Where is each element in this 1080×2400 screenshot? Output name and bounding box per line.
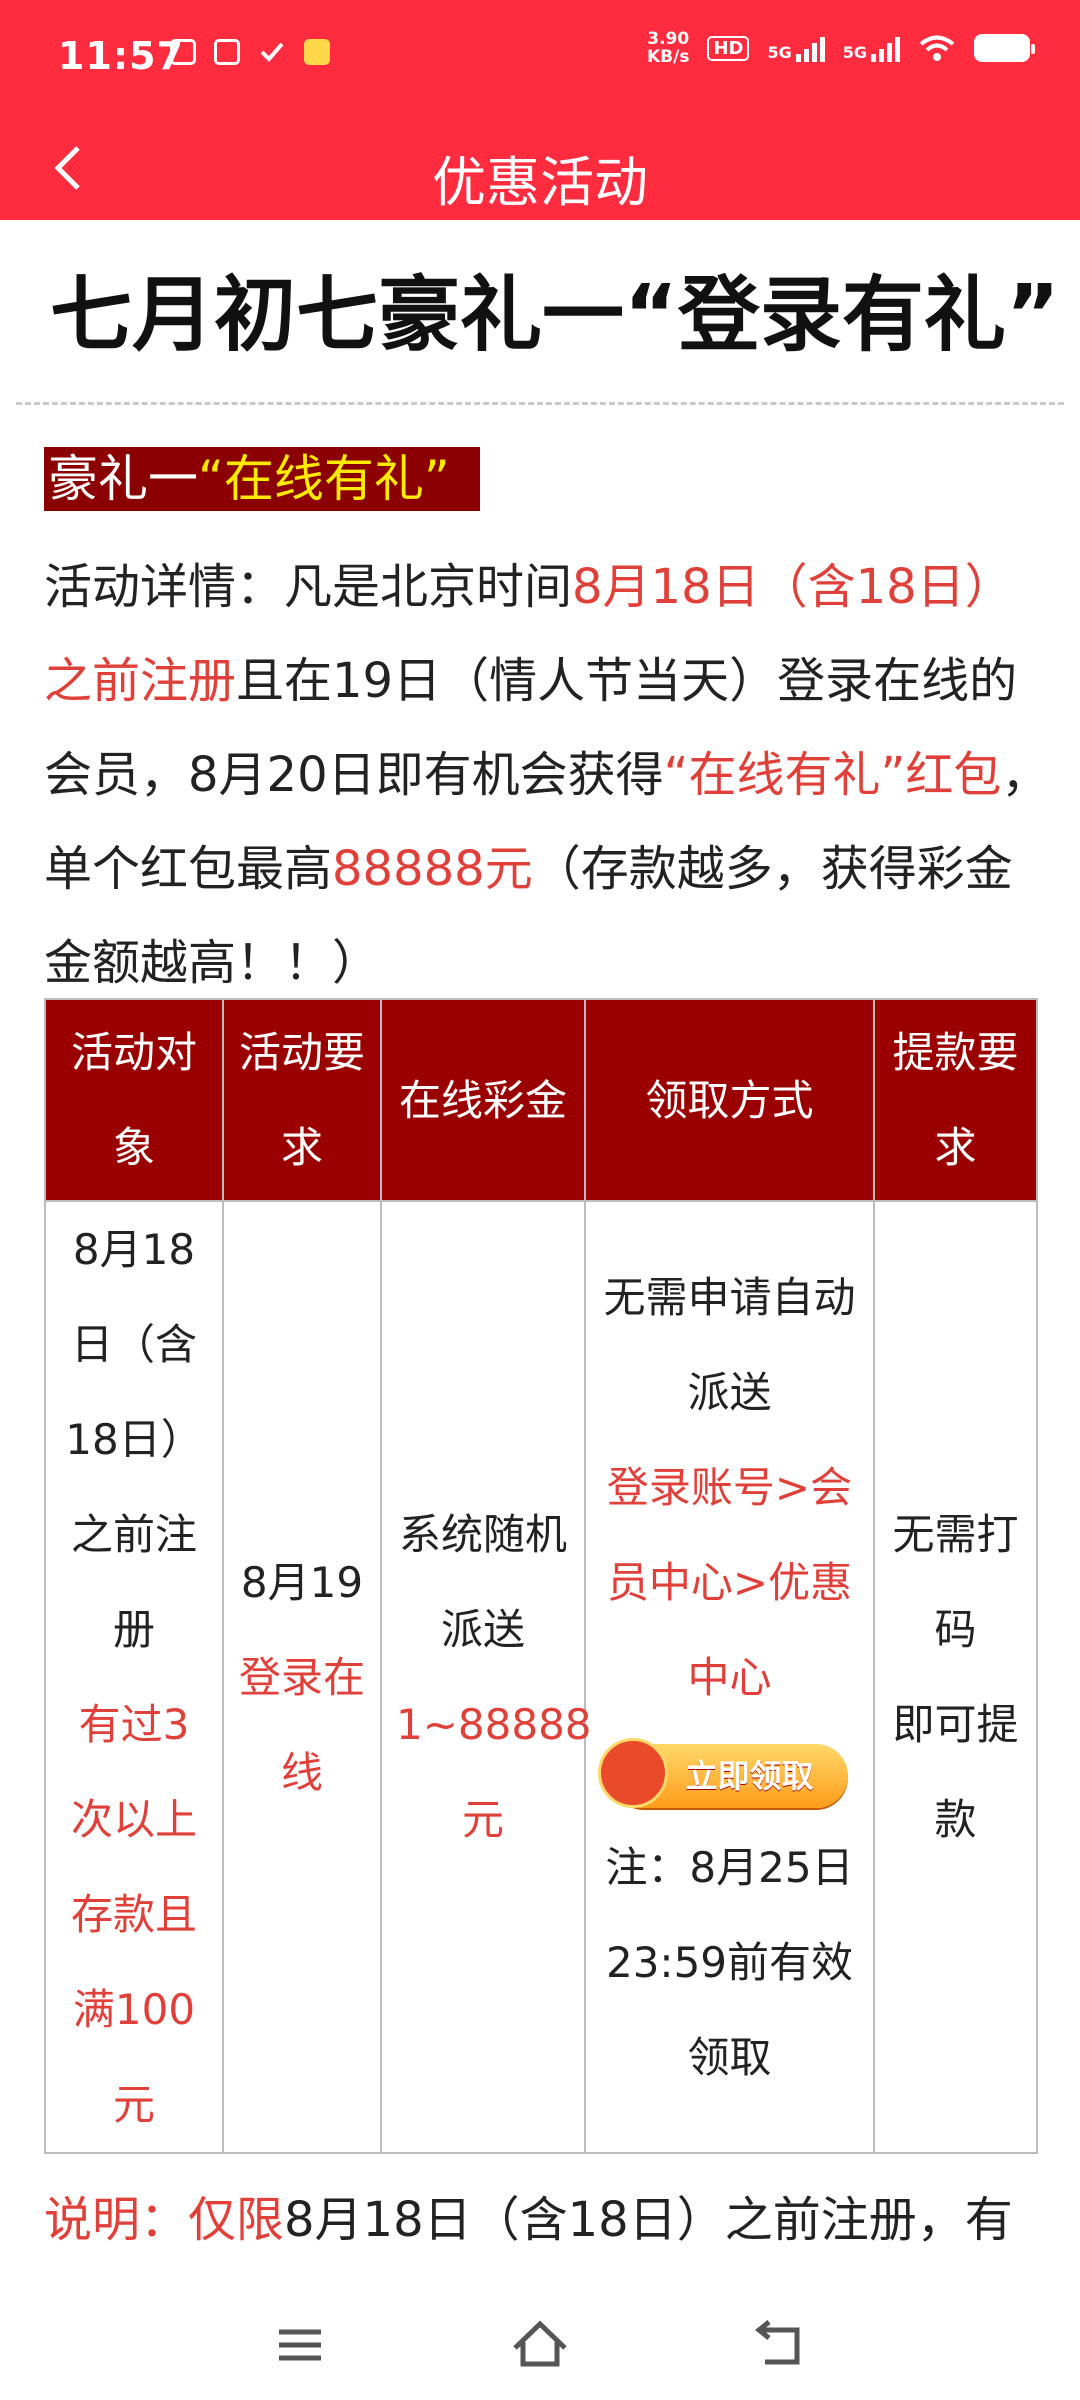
section-heading-prefix: 豪礼一	[48, 450, 198, 508]
app-header: 优惠活动	[0, 120, 1080, 220]
status-bar: 11:57 3.90 KB/s HD 5G 5G	[0, 0, 1080, 120]
note-body: 8月18日（含18日）之前注册，有	[284, 2192, 1013, 2248]
activity-details: 活动详情：凡是北京时间8月18日（含18日）之前注册且在19日（情人节当天）登录…	[44, 540, 1054, 1010]
cell-note: 注：8月25日23:59前有效领取	[605, 1842, 854, 2082]
menu-button[interactable]	[265, 2310, 335, 2380]
detail-highlight: 88888元	[332, 841, 533, 897]
net-speed-value: 3.90	[647, 29, 690, 49]
cell-text: 8月18日（含18日）之前注册	[65, 1225, 203, 1654]
net-speed-unit: KB/s	[646, 47, 690, 67]
note-label: 说明：仅限	[44, 2192, 285, 2248]
yellow-app-icon	[304, 39, 330, 65]
detail-highlight: “在线有礼”红包	[663, 747, 1002, 803]
cell-text: 即可提款	[892, 1700, 1019, 1844]
note-text: 说明：仅限8月18日（含18日）之前注册，有	[44, 2180, 1013, 2260]
notification-icons	[170, 38, 330, 66]
divider	[16, 402, 1064, 405]
column-header: 在线彩金	[380, 998, 586, 1202]
page-title: 优惠活动	[432, 151, 648, 214]
back-nav-button[interactable]	[745, 2310, 815, 2380]
check-shield-icon	[170, 39, 196, 65]
column-header: 活动对象	[44, 998, 224, 1202]
signal-2-label: 5G	[842, 43, 867, 62]
home-button[interactable]	[505, 2310, 575, 2380]
check-mark-icon	[260, 42, 284, 62]
home-icon	[513, 2320, 567, 2367]
hd-badge: HD	[707, 35, 750, 61]
cell-text: 无需打码	[892, 1510, 1019, 1654]
cell-text: 系统随机派送	[398, 1510, 567, 1654]
mascot-icon	[597, 1737, 668, 1808]
back-arrow-icon	[754, 2320, 800, 2365]
cell-highlight: 登录账号>会员中心>优惠中心	[606, 1462, 853, 1702]
cell-highlight: 有过3次以上存款且满100元	[70, 1700, 197, 2129]
system-indicators: 3.90 KB/s HD 5G 5G	[647, 30, 1035, 66]
column-header: 活动要求	[222, 998, 382, 1202]
promo-table: 活动对象 活动要求 在线彩金 领取方式 提款要求 8月18日（含18日）之前注册…	[44, 998, 1038, 2154]
status-time: 11:57	[58, 34, 184, 78]
signal-bars-icon	[871, 34, 900, 62]
signal-bars-icon	[795, 34, 825, 62]
cell-bonus: 系统随机派送 1~88888元	[380, 1200, 592, 2154]
detail-text: 活动详情：凡是北京时间	[44, 559, 573, 615]
section-heading: 豪礼一“在线有礼”	[44, 447, 480, 511]
column-header: 提款要求	[873, 998, 1038, 1202]
cell-highlight: 登录在线	[238, 1652, 365, 1797]
table-row: 8月18日（含18日）之前注册 有过3次以上存款且满100元 8月19 登录在线…	[44, 1200, 1038, 2154]
menu-icon	[279, 2329, 321, 2361]
column-header: 领取方式	[584, 998, 875, 1202]
signal-1: 5G	[767, 34, 825, 62]
cell-highlight: 1~88888元	[396, 1700, 592, 1844]
app-square-icon	[214, 39, 240, 65]
signal-2: 5G	[843, 34, 900, 62]
system-nav-bar	[0, 2290, 1080, 2400]
section-heading-highlight: “在线有礼”	[198, 450, 450, 508]
cell-text: 8月19	[240, 1557, 364, 1607]
claim-now-button[interactable]: 立即领取	[597, 1737, 848, 1808]
table-header-row: 活动对象 活动要求 在线彩金 领取方式 提款要求	[44, 998, 1038, 1202]
net-speed: 3.90 KB/s	[647, 30, 689, 66]
cell-requirement: 8月19 登录在线	[222, 1200, 382, 2154]
cell-target: 8月18日（含18日）之前注册 有过3次以上存款且满100元	[44, 1200, 224, 2154]
wifi-icon	[919, 35, 955, 61]
signal-1-label: 5G	[767, 43, 792, 62]
cell-method: 无需申请自动派送 登录账号>会员中心>优惠中心 立即领取 注：8月25日23:5…	[584, 1200, 875, 2154]
cell-text: 无需申请自动派送	[603, 1272, 856, 1417]
cell-withdraw: 无需打码 即可提款	[873, 1200, 1038, 2154]
battery-icon	[974, 34, 1035, 62]
claim-button-label: 立即领取	[685, 1756, 814, 1795]
promo-headline: 七月初七豪礼一“登录有礼”	[50, 268, 1060, 363]
